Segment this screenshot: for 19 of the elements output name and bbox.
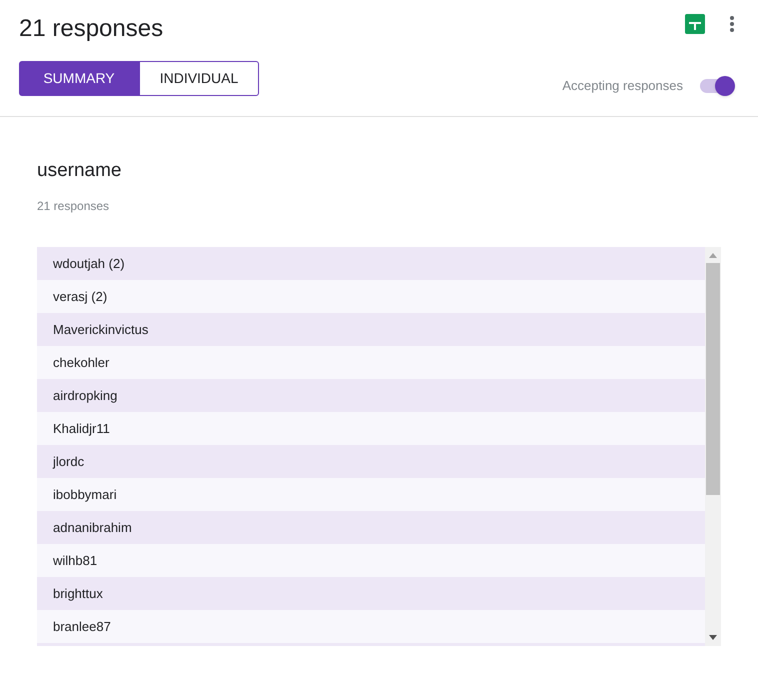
answer-row: branlee87	[37, 610, 705, 643]
response-count: 21 responses	[37, 198, 110, 215]
question-title: username	[37, 159, 122, 183]
answer-row: ibobbymari	[37, 478, 705, 511]
answer-row: Khalidjr11	[37, 412, 705, 445]
scrollbar[interactable]	[705, 247, 721, 646]
scroll-up-icon[interactable]	[709, 253, 717, 258]
accepting-responses-label: Accepting responses	[562, 76, 683, 95]
answer-row: wilhb81	[37, 544, 705, 577]
answer-row: chekohler	[37, 346, 705, 379]
scrollbar-thumb[interactable]	[706, 263, 720, 495]
answer-row: verasj (2)	[37, 280, 705, 313]
more-options-icon[interactable]	[729, 15, 735, 33]
tab[interactable]: INDIVIDUAL	[139, 61, 259, 96]
accepting-toggle[interactable]	[699, 76, 735, 96]
page-title: 21 responses	[19, 14, 164, 44]
spreadsheet-icon[interactable]	[685, 14, 705, 34]
tab[interactable]: SUMMARY	[19, 61, 139, 96]
scroll-down-icon[interactable]	[709, 635, 717, 640]
